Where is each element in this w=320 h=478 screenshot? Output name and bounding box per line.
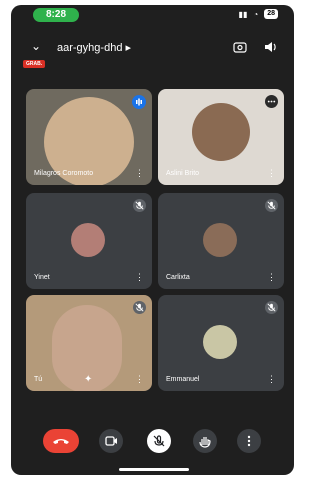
participant-tile[interactable]: Emmanuel ⋮	[158, 295, 284, 391]
phone-hangup-icon	[53, 439, 69, 444]
video-icon	[105, 436, 117, 446]
participant-tile[interactable]: Yinet ⋮	[26, 193, 152, 289]
more-vert-icon[interactable]: ⋮	[267, 169, 276, 178]
camera-flip-icon[interactable]	[232, 39, 248, 55]
end-call-button[interactable]	[43, 429, 79, 453]
participant-name: Tú	[34, 376, 43, 383]
avatar	[203, 325, 237, 359]
participant-name: Carlixta	[166, 274, 190, 281]
speaking-icon	[132, 95, 146, 109]
more-vert-icon[interactable]: ⋮	[135, 169, 144, 178]
home-indicator[interactable]	[119, 468, 189, 471]
participant-tile[interactable]: Tú ✦ ⋮	[26, 295, 152, 391]
mic-off-icon	[265, 301, 278, 314]
participant-name: Aslini Brito	[166, 170, 200, 177]
meeting-code-text: aar-gyhg-dhd	[57, 42, 123, 54]
mic-off-icon	[133, 301, 146, 314]
participant-tile[interactable]: Carlixta ⋮	[158, 193, 284, 289]
chevron-right-icon: ▸	[125, 42, 132, 54]
more-vert-icon	[247, 435, 251, 447]
raise-hand-button[interactable]	[193, 429, 217, 453]
status-bar: 8:28 ▮▮ ◔ 28	[11, 5, 294, 25]
top-bar: ⌄ aar-gyhg-dhd ▸	[11, 35, 294, 59]
more-vert-icon[interactable]: ⋮	[135, 273, 144, 282]
participant-name: Milagros Coromoto	[34, 170, 94, 177]
battery-indicator: 28	[264, 9, 278, 19]
mic-off-icon	[153, 435, 165, 447]
camera-button[interactable]	[99, 429, 123, 453]
status-icons: ▮▮ ◔ 28	[239, 9, 278, 19]
participant-tile[interactable]: Milagros Coromoto ⋮	[26, 89, 152, 185]
signal-icon: ▮▮	[238, 9, 248, 19]
mic-button[interactable]	[147, 429, 171, 453]
top-bar-actions	[232, 39, 278, 55]
avatar	[71, 223, 105, 257]
time-pill: 8:28	[33, 8, 79, 22]
more-vert-icon[interactable]: ⋮	[135, 375, 144, 384]
more-vert-icon[interactable]: ⋮	[267, 273, 276, 282]
sparkle-effects-icon[interactable]: ✦	[84, 374, 92, 385]
hand-raise-icon	[199, 437, 211, 448]
call-screen: 8:28 ▮▮ ◔ 28 ⌄ aar-gyhg-dhd ▸ GRAB. Mila…	[11, 5, 294, 475]
chevron-down-icon[interactable]: ⌄	[31, 39, 41, 53]
call-controls	[11, 425, 294, 465]
participant-name: Emmanuel	[166, 376, 200, 383]
speaker-icon[interactable]	[262, 39, 278, 55]
mic-off-icon	[133, 199, 146, 212]
participant-video	[192, 103, 250, 161]
speaking-icon	[265, 95, 278, 108]
wifi-icon: ◔	[253, 9, 259, 19]
meeting-code[interactable]: aar-gyhg-dhd ▸	[57, 41, 131, 54]
more-vert-icon[interactable]: ⋮	[267, 375, 276, 384]
participant-name: Yinet	[34, 274, 50, 281]
participant-tile[interactable]: Aslini Brito ⋮	[158, 89, 284, 185]
mic-off-icon	[265, 199, 278, 212]
more-options-button[interactable]	[237, 429, 261, 453]
avatar	[203, 223, 237, 257]
recording-badge: GRAB.	[23, 60, 46, 68]
